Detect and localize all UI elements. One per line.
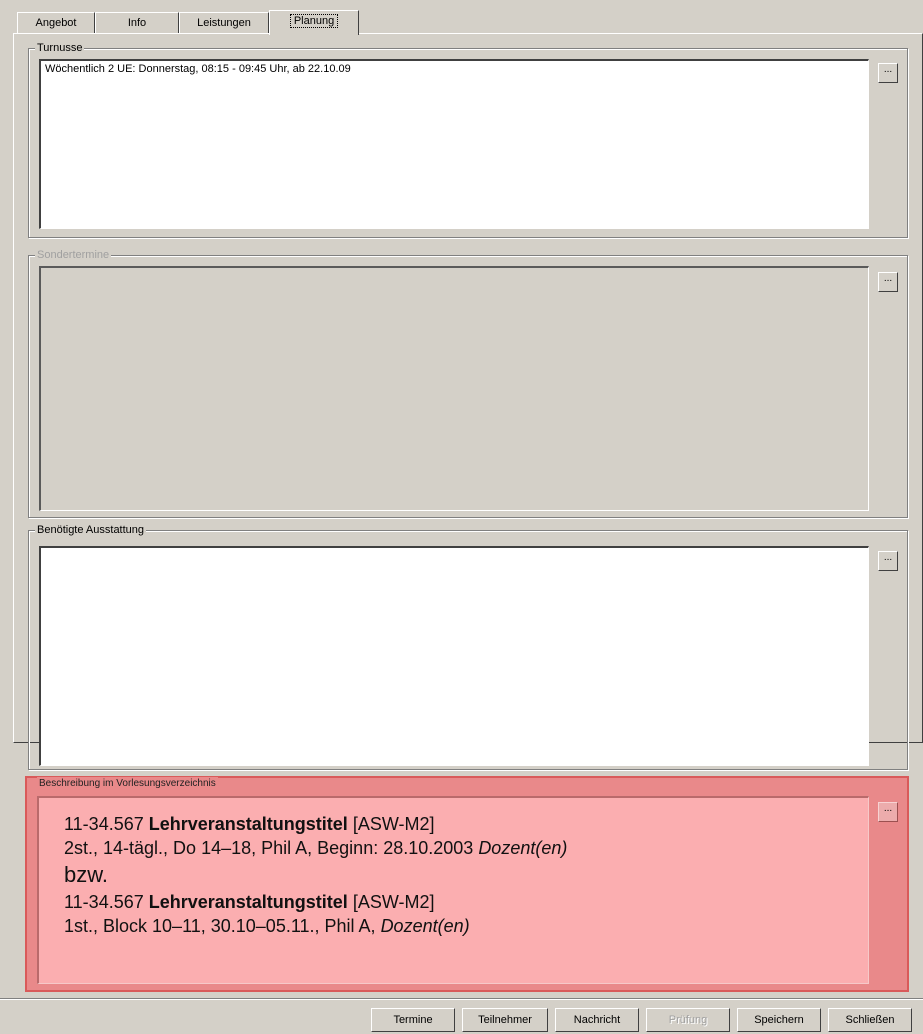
beschreibung-field[interactable]: 11-34.567 Lehrveranstaltungstitel [ASW-M… bbox=[37, 796, 869, 984]
sondertermine-group: Sondertermine ... bbox=[28, 248, 908, 518]
tab-planung[interactable]: Planung bbox=[269, 10, 359, 35]
course-code: [ASW-M2] bbox=[352, 814, 435, 834]
course-schedule: 2st., 14-tägl., Do 14–18, Phil A, Beginn… bbox=[64, 838, 474, 858]
tab-leistungen[interactable]: Leistungen bbox=[179, 12, 269, 34]
speichern-button[interactable]: Speichern bbox=[737, 1008, 821, 1032]
beschreibung-group: Beschreibung im Vorlesungsverzeichnis 11… bbox=[25, 776, 909, 992]
pruefung-button: Prüfung bbox=[646, 1008, 730, 1032]
ausstattung-field[interactable] bbox=[39, 546, 869, 766]
turnusse-label: Turnusse bbox=[35, 41, 85, 55]
sondertermine-field bbox=[39, 266, 869, 511]
course-line-4: 1st., Block 10–11, 30.10–05.11., Phil A,… bbox=[64, 914, 567, 938]
ausstattung-edit-button[interactable]: ... bbox=[878, 551, 898, 571]
beschreibung-text: 11-34.567 Lehrveranstaltungstitel [ASW-M… bbox=[64, 812, 567, 938]
course-code: [ASW-M2] bbox=[352, 892, 435, 912]
sondertermine-edit-button[interactable]: ... bbox=[878, 272, 898, 292]
course-schedule: 1st., Block 10–11, 30.10–05.11., Phil A, bbox=[64, 916, 376, 936]
turnusse-value: Wöchentlich 2 UE: Donnerstag, 08:15 - 09… bbox=[45, 63, 351, 75]
sondertermine-value bbox=[41, 268, 868, 272]
ausstattung-group: Benötigte Ausstattung ... bbox=[28, 523, 908, 770]
tab-info[interactable]: Info bbox=[95, 12, 179, 34]
schliessen-button[interactable]: Schließen bbox=[828, 1008, 912, 1032]
nachricht-button[interactable]: Nachricht bbox=[555, 1008, 639, 1032]
connector-text: bzw. bbox=[64, 862, 109, 887]
course-line-2: 2st., 14-tägl., Do 14–18, Phil A, Beginn… bbox=[64, 836, 567, 860]
tab-angebot[interactable]: Angebot bbox=[17, 12, 95, 34]
ausstattung-value bbox=[41, 548, 868, 552]
beschreibung-edit-button[interactable]: ... bbox=[878, 802, 898, 822]
course-title: Lehrveranstaltungstitel bbox=[148, 892, 348, 912]
course-line-1: 11-34.567 Lehrveranstaltungstitel [ASW-M… bbox=[64, 812, 567, 836]
turnusse-edit-button[interactable]: ... bbox=[878, 63, 898, 83]
sondertermine-label: Sondertermine bbox=[35, 248, 112, 262]
beschreibung-label: Beschreibung im Vorlesungsverzeichnis bbox=[37, 777, 218, 791]
course-line-3: 11-34.567 Lehrveranstaltungstitel [ASW-M… bbox=[64, 890, 567, 914]
tab-label: Planung bbox=[289, 14, 339, 28]
course-title: Lehrveranstaltungstitel bbox=[148, 814, 348, 834]
course-number: 11-34.567 bbox=[64, 814, 144, 834]
course-lecturer: Dozent(en) bbox=[380, 916, 470, 936]
tab-label: Leistungen bbox=[197, 17, 251, 29]
course-lecturer: Dozent(en) bbox=[478, 838, 568, 858]
turnusse-field[interactable]: Wöchentlich 2 UE: Donnerstag, 08:15 - 09… bbox=[39, 59, 869, 229]
tab-label: Angebot bbox=[35, 17, 77, 29]
bottom-separator bbox=[0, 998, 923, 1000]
course-number: 11-34.567 bbox=[64, 892, 144, 912]
teilnehmer-button[interactable]: Teilnehmer bbox=[462, 1008, 548, 1032]
ausstattung-label: Benötigte Ausstattung bbox=[35, 523, 147, 537]
tab-label: Info bbox=[127, 17, 147, 29]
turnusse-group: Turnusse Wöchentlich 2 UE: Donnerstag, 0… bbox=[28, 41, 908, 238]
button-bar: Termine Teilnehmer Nachricht Prüfung Spe… bbox=[0, 1006, 923, 1034]
termine-button[interactable]: Termine bbox=[371, 1008, 455, 1032]
